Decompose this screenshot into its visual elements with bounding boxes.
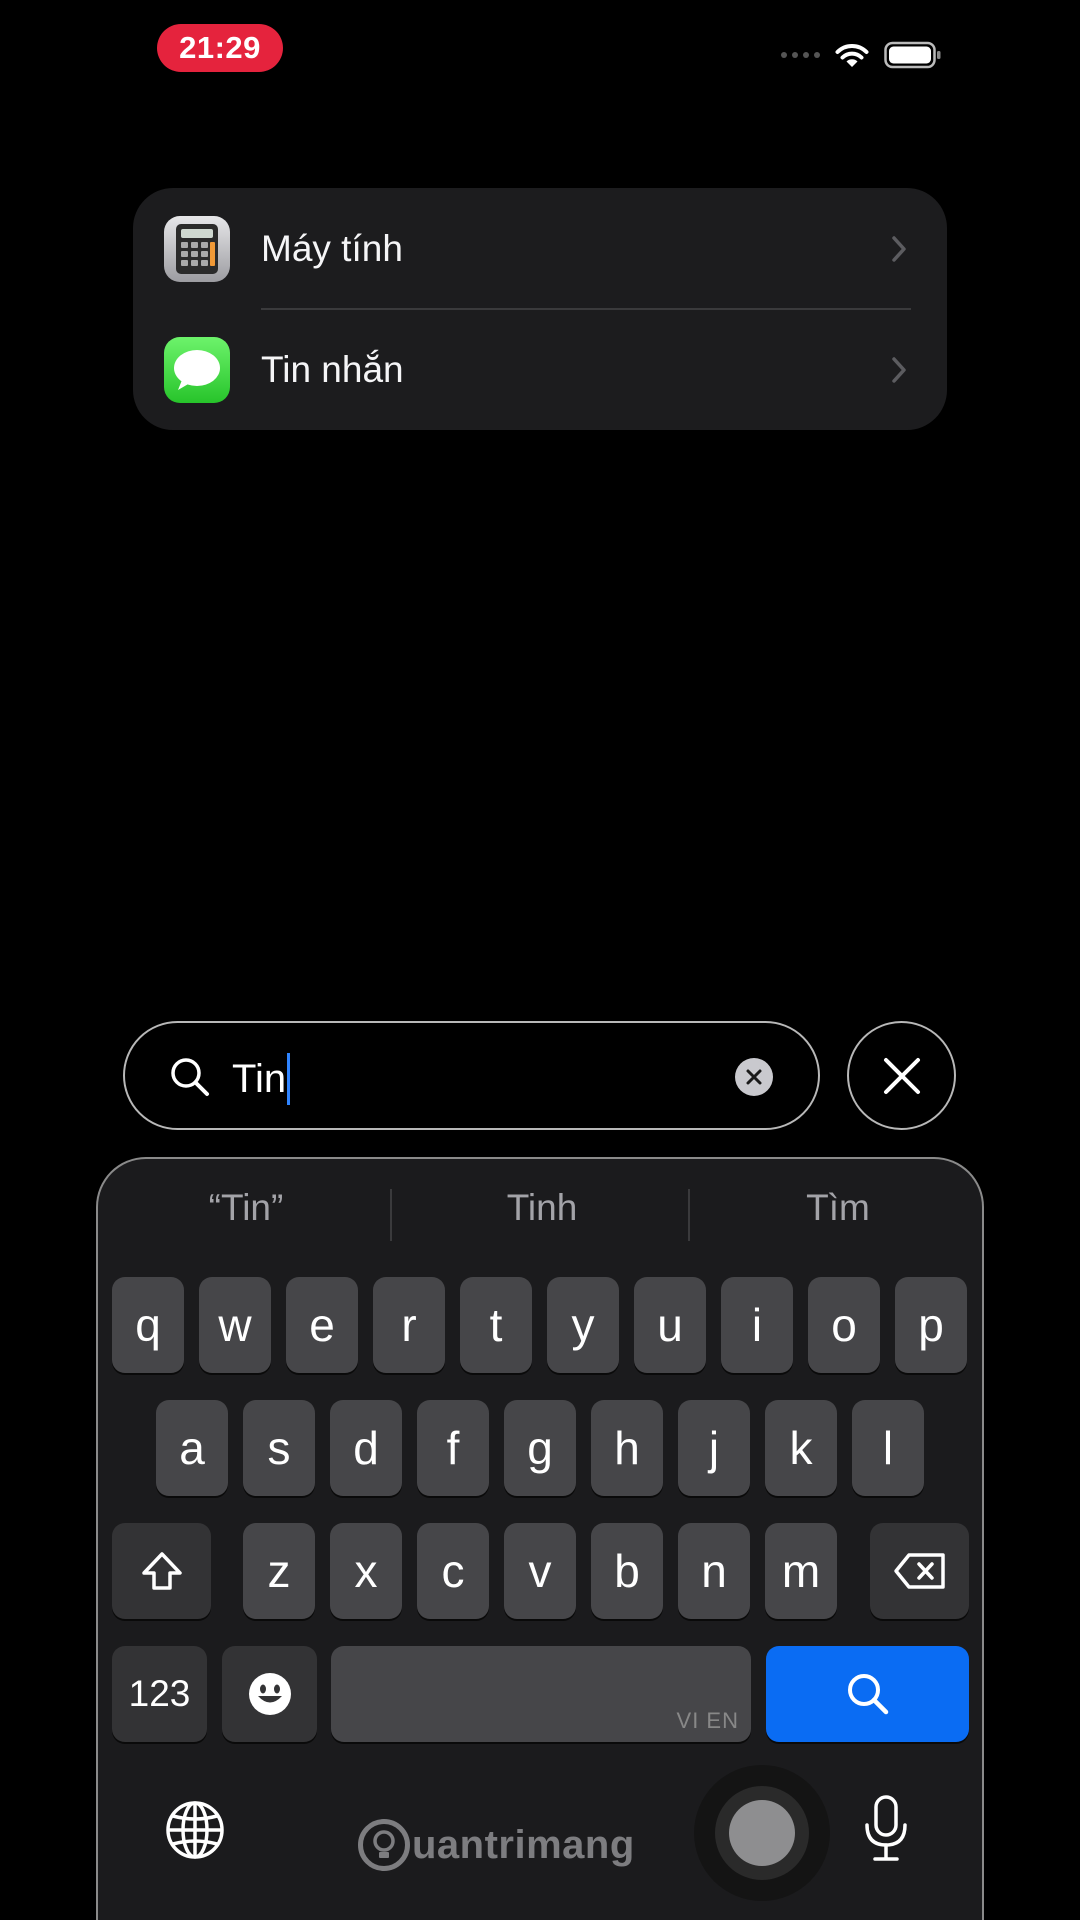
suggestion-divider: [688, 1189, 690, 1241]
key-t[interactable]: t: [460, 1277, 532, 1373]
suggestion-1[interactable]: “Tin”: [106, 1187, 386, 1229]
emoji-key[interactable]: [222, 1646, 317, 1742]
key-k[interactable]: k: [765, 1400, 837, 1496]
home-indicator-core: [729, 1800, 795, 1866]
close-icon: [883, 1057, 920, 1094]
key-u[interactable]: u: [634, 1277, 706, 1373]
key-y[interactable]: y: [547, 1277, 619, 1373]
key-x[interactable]: x: [330, 1523, 402, 1619]
home-indicator-ring: [715, 1786, 809, 1880]
result-label-messages: Tin nhắn: [261, 348, 404, 390]
predictive-bar: “Tin” Tinh Tìm: [98, 1159, 982, 1259]
numbers-key[interactable]: 123: [112, 1646, 207, 1742]
key-f[interactable]: f: [417, 1400, 489, 1496]
clear-icon: [746, 1069, 762, 1085]
search-key[interactable]: [766, 1646, 969, 1742]
close-search-button[interactable]: [847, 1021, 956, 1130]
space-key[interactable]: VI EN: [331, 1646, 751, 1742]
suggestion-divider: [390, 1189, 392, 1241]
key-j[interactable]: j: [678, 1400, 750, 1496]
key-n[interactable]: n: [678, 1523, 750, 1619]
microphone-icon[interactable]: [862, 1795, 910, 1863]
text-caret: [287, 1053, 291, 1105]
home-indicator-button[interactable]: [694, 1765, 830, 1901]
key-q[interactable]: q: [112, 1277, 184, 1373]
suggestion-2[interactable]: Tinh: [402, 1187, 682, 1229]
key-r[interactable]: r: [373, 1277, 445, 1373]
messages-icon: [164, 336, 230, 403]
key-v[interactable]: v: [504, 1523, 576, 1619]
key-a[interactable]: a: [156, 1400, 228, 1496]
battery-icon: [884, 41, 941, 69]
keyboard-language-label: VI EN: [676, 1708, 739, 1733]
clear-search-button[interactable]: [735, 1058, 773, 1096]
chevron-right-icon: [892, 235, 906, 262]
shift-key[interactable]: [112, 1523, 211, 1619]
key-m[interactable]: m: [765, 1523, 837, 1619]
delete-key[interactable]: [870, 1523, 969, 1619]
key-h[interactable]: h: [591, 1400, 663, 1496]
status-indicators: [781, 38, 942, 72]
result-row-calculator[interactable]: Máy tính: [133, 188, 947, 309]
key-d[interactable]: d: [330, 1400, 402, 1496]
key-i[interactable]: i: [721, 1277, 793, 1373]
key-g[interactable]: g: [504, 1400, 576, 1496]
shift-icon: [141, 1552, 182, 1590]
key-o[interactable]: o: [808, 1277, 880, 1373]
chevron-right-icon: [892, 356, 906, 383]
search-icon: [847, 1674, 888, 1715]
result-row-messages[interactable]: Tin nhắn: [133, 309, 947, 430]
wifi-icon: [835, 44, 869, 67]
cellular-signal-icon: [781, 52, 820, 58]
watermark-logo-icon: [358, 1819, 410, 1871]
calculator-icon: [164, 215, 230, 282]
result-label-calculator: Máy tính: [261, 227, 403, 269]
search-icon: [171, 1058, 209, 1096]
key-w[interactable]: w: [199, 1277, 271, 1373]
key-z[interactable]: z: [243, 1523, 315, 1619]
search-input[interactable]: Tin: [123, 1021, 820, 1130]
status-time: 21:29: [157, 24, 283, 72]
globe-icon[interactable]: [164, 1799, 226, 1861]
search-query: Tin: [232, 1053, 291, 1105]
spotlight-search-screen: 21:29 Máy tính Tin nhắn Tin “Tin” Tinh T…: [0, 0, 1080, 1920]
key-e[interactable]: e: [286, 1277, 358, 1373]
key-s[interactable]: s: [243, 1400, 315, 1496]
suggestion-3[interactable]: Tìm: [698, 1187, 978, 1229]
keyboard: “Tin” Tinh Tìm q w e r t y u i o p a s d…: [96, 1157, 984, 1920]
watermark: uantrimang: [358, 1819, 635, 1871]
key-b[interactable]: b: [591, 1523, 663, 1619]
backspace-icon: [893, 1553, 945, 1589]
search-query-text: Tin: [232, 1056, 287, 1101]
key-c[interactable]: c: [417, 1523, 489, 1619]
key-l[interactable]: l: [852, 1400, 924, 1496]
watermark-text: uantrimang: [412, 1822, 635, 1867]
search-results-card: Máy tính Tin nhắn: [133, 188, 947, 430]
key-p[interactable]: p: [895, 1277, 967, 1373]
emoji-icon: [248, 1673, 291, 1715]
